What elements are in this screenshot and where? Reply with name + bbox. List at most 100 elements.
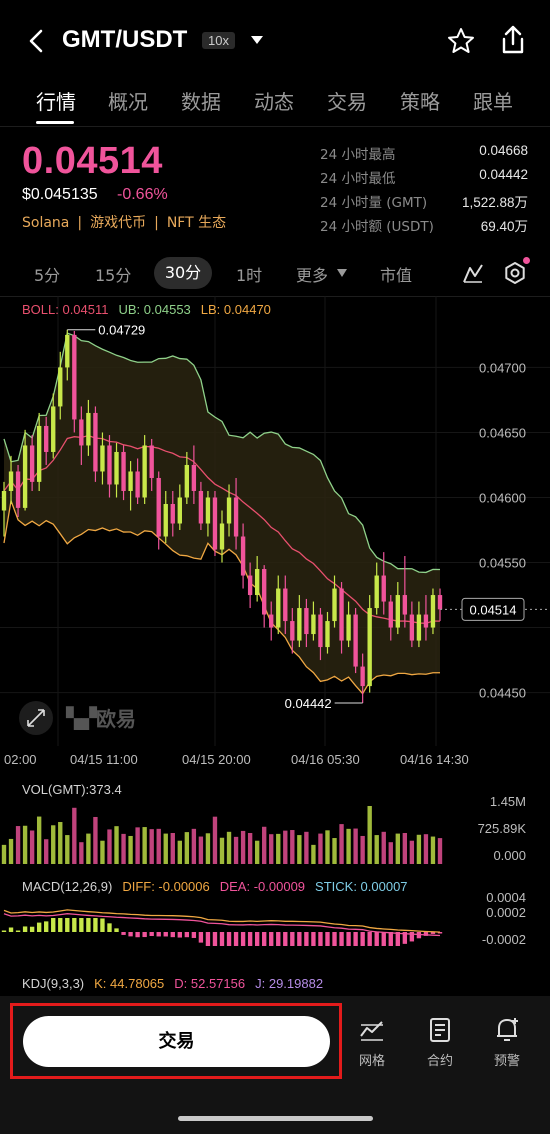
timeframe-1h[interactable]: 1时 bbox=[236, 262, 262, 286]
notification-dot bbox=[523, 257, 530, 264]
share-icon[interactable] bbox=[498, 24, 528, 56]
contract-button[interactable]: 合约 bbox=[410, 1016, 470, 1076]
macd-histogram-bar bbox=[65, 918, 70, 932]
macd-dea: DEA: -0.00009 bbox=[219, 879, 306, 894]
volume-bar bbox=[346, 828, 351, 864]
macd-histogram-bar bbox=[114, 928, 119, 932]
kdj-j: J: 29.19882 bbox=[255, 976, 324, 991]
candle-body bbox=[93, 412, 98, 472]
candle-body bbox=[332, 588, 337, 622]
candle-body bbox=[290, 621, 295, 641]
tab-market[interactable]: 行情 bbox=[36, 86, 76, 115]
volume-bar bbox=[254, 840, 260, 864]
gear-icon[interactable] bbox=[503, 261, 527, 285]
tag-nft[interactable]: NFT 生态 bbox=[167, 215, 226, 231]
volume-bar bbox=[79, 842, 84, 864]
candle-body bbox=[149, 445, 154, 478]
timeframe-5m[interactable]: 5分 bbox=[34, 262, 60, 286]
candle-body bbox=[86, 412, 91, 446]
indicator-icon[interactable] bbox=[462, 262, 484, 284]
macd-histogram-bar bbox=[374, 932, 379, 946]
x-tick-label: 04/15 20:00 bbox=[182, 752, 251, 767]
candlestick-chart[interactable]: 0.04700 0.04650 0.04600 0.04550 0.04450 0.047… bbox=[0, 296, 550, 746]
candle-body bbox=[318, 614, 323, 648]
macd-histogram-bar bbox=[269, 932, 274, 946]
candle-body bbox=[170, 503, 175, 524]
timeframe-15m[interactable]: 15分 bbox=[95, 262, 131, 286]
macd-stick: STICK: 0.00007 bbox=[315, 879, 408, 894]
bell-alert-icon bbox=[497, 1018, 518, 1041]
macd-y-label: 0.0004 bbox=[486, 890, 526, 905]
chevron-left-icon[interactable] bbox=[22, 26, 52, 56]
candle-body bbox=[325, 621, 330, 648]
volume-bar bbox=[318, 833, 323, 864]
volume-bar bbox=[332, 838, 337, 864]
macd-histogram-bar bbox=[121, 932, 126, 935]
candle-body bbox=[156, 477, 161, 537]
macd-histogram-bar bbox=[100, 918, 105, 932]
volume-y-label: 725.89K bbox=[478, 821, 527, 836]
macd-histogram-bar bbox=[247, 932, 253, 946]
candle-body bbox=[262, 569, 267, 615]
candle-body bbox=[269, 614, 274, 628]
caret-down-icon[interactable] bbox=[250, 33, 264, 47]
candle-body bbox=[339, 588, 344, 641]
volume-bar bbox=[121, 833, 126, 864]
volume-bar bbox=[100, 840, 105, 864]
volume-bar bbox=[22, 825, 28, 864]
watermark-logo: ▚▞ bbox=[65, 706, 97, 730]
candle-body bbox=[191, 464, 197, 491]
tab-feed[interactable]: 动态 bbox=[254, 86, 294, 115]
macd-histogram-bar bbox=[381, 932, 386, 946]
pair-title[interactable]: GMT/USDT bbox=[62, 26, 187, 54]
leverage-badge: 10x bbox=[202, 32, 235, 49]
volume-bar bbox=[226, 831, 232, 864]
candle-body bbox=[247, 575, 253, 596]
macd-histogram-bar bbox=[388, 932, 393, 946]
timeframe-market-cap[interactable]: 市值 bbox=[380, 262, 412, 286]
trade-button[interactable]: 交易 bbox=[23, 1016, 330, 1067]
tag-solana[interactable]: Solana bbox=[22, 215, 69, 231]
timeframe-more[interactable]: 更多 bbox=[296, 262, 328, 286]
candle-body bbox=[416, 614, 422, 641]
macd-params: MACD(12,26,9) bbox=[22, 879, 113, 894]
volume-bar bbox=[170, 832, 175, 864]
boll-legend: BOLL: 0.04511 UB: 0.04553 LB: 0.04470 bbox=[22, 302, 281, 317]
candle-body bbox=[114, 451, 119, 485]
watermark-text: 欧易 bbox=[96, 707, 136, 731]
candle-body bbox=[100, 445, 105, 472]
volume-bar bbox=[72, 807, 77, 864]
tab-copy-trading[interactable]: 跟单 bbox=[473, 86, 513, 115]
tab-strategy[interactable]: 策略 bbox=[400, 86, 440, 115]
x-tick-label: 04/15 11:00 bbox=[70, 752, 138, 767]
tab-overview[interactable]: 概况 bbox=[108, 86, 148, 115]
candle-body bbox=[430, 595, 436, 628]
candle-body bbox=[381, 575, 386, 602]
tab-data[interactable]: 数据 bbox=[181, 86, 221, 115]
kdj-params: KDJ(9,3,3) bbox=[22, 976, 85, 991]
volume-bar bbox=[381, 831, 386, 864]
macd-histogram-bar bbox=[219, 932, 225, 946]
alert-button[interactable]: 预警 bbox=[477, 1016, 537, 1076]
candle-body bbox=[128, 471, 133, 491]
macd-histogram-bar bbox=[304, 932, 309, 946]
candle-body bbox=[276, 588, 281, 628]
macd-histogram-bar bbox=[226, 932, 232, 946]
volume-bar bbox=[290, 830, 295, 864]
timeframe-30m[interactable]: 30分 bbox=[154, 257, 212, 289]
macd-histogram-bar bbox=[149, 932, 154, 937]
grid-trading-button[interactable]: 网格 bbox=[342, 1016, 402, 1076]
candle-body bbox=[423, 614, 429, 628]
star-outline-icon[interactable] bbox=[446, 26, 476, 56]
volume-bar bbox=[135, 827, 140, 864]
volume-bar bbox=[240, 830, 246, 864]
caret-down-icon[interactable] bbox=[336, 268, 348, 278]
volume-bar bbox=[198, 836, 204, 864]
volume-bar bbox=[360, 835, 365, 864]
tab-trade[interactable]: 交易 bbox=[327, 86, 367, 115]
high-marker-label: 0.04729 bbox=[98, 323, 145, 338]
volume-bar bbox=[416, 834, 422, 864]
x-tick-label: 04/16 05:30 bbox=[291, 752, 360, 767]
macd-histogram-bar bbox=[339, 932, 344, 946]
tag-gaming[interactable]: 游戏代币 bbox=[90, 215, 146, 231]
